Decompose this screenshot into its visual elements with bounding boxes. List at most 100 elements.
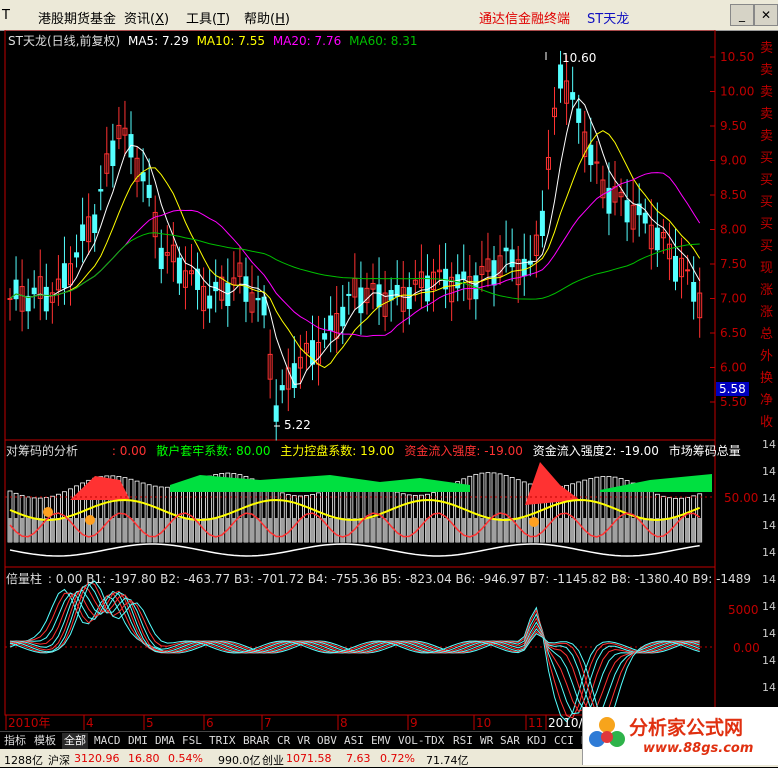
tab-sar[interactable]: SAR (498, 733, 522, 749)
x-tick-label: 11 (528, 716, 543, 730)
tab-asi[interactable]: ASI (342, 733, 366, 749)
chip-gray (159, 518, 164, 542)
status-volume2: 71.74亿 (426, 754, 469, 767)
x-tick-label: 8 (340, 716, 348, 730)
chip-gray (419, 518, 424, 542)
app-title: 通达信金融终端 (479, 12, 571, 27)
tab-dmi[interactable]: DMI (126, 733, 150, 749)
chip-gray (516, 518, 521, 542)
price-tick-label: 8.50 (720, 188, 747, 202)
candle-body (261, 296, 267, 316)
status-index2-name[interactable]: 创业 (262, 752, 284, 768)
tab-macd[interactable]: MACD (92, 733, 123, 749)
kline-chart-svg[interactable]: 10.50 10.00 9.50 9.00 8.50 8.00 7.50 7.00 6.50 6.… (0, 29, 778, 730)
tab-dma[interactable]: DMA (153, 733, 177, 749)
candle-body (92, 214, 98, 234)
status-index-value: 3120.96 (74, 752, 120, 765)
right-edge-char: 14 (762, 627, 776, 640)
order-book-char: 涨 (760, 283, 773, 298)
chip-gray (600, 518, 605, 542)
chip-gray (546, 518, 551, 542)
tab-vr[interactable]: VR (295, 733, 312, 749)
candle-body (255, 297, 261, 301)
tab-全部[interactable]: 全部 (62, 733, 88, 749)
chip-green-area (170, 475, 470, 492)
price-tick-label: 10.50 (720, 50, 754, 64)
ma60-label: MA60: 8.31 (349, 34, 418, 48)
chip-total: 市场筹码总量 (668, 444, 741, 458)
right-edge-char: 14 (762, 492, 776, 505)
candle-body (80, 224, 86, 241)
menu-item-help[interactable]: 帮助(H) (244, 8, 290, 27)
tab-cr[interactable]: CR (275, 733, 292, 749)
chip-gray (685, 518, 690, 542)
tab-vol-tdx[interactable]: VOL-TDX (396, 733, 446, 749)
chip-gray (32, 518, 37, 542)
chip-white-line (9, 543, 700, 557)
chip-gray (473, 518, 478, 542)
chip-gray (697, 518, 702, 542)
menu-item-news[interactable]: 资讯(X) (124, 8, 169, 27)
chart-area: 10.50 10.00 9.50 9.00 8.50 8.00 7.50 7.00 6.50 6.… (0, 29, 778, 730)
order-book-char: 总 (760, 327, 773, 342)
chip-gray (371, 518, 375, 542)
current-price-tag: 5.58 (716, 382, 749, 396)
x-tick-label: 7 (264, 716, 272, 730)
bei-title: 倍量柱 (6, 572, 43, 586)
menu-item-tools[interactable]: 工具(T) (186, 8, 230, 27)
bei-line (9, 589, 700, 712)
tab-指标[interactable]: 指标 (2, 733, 28, 749)
order-book-char: 收 (760, 415, 773, 430)
tab-obv[interactable]: OBV (315, 733, 339, 749)
chip-sanhu: 散户套牢系数: 80.00 (156, 444, 271, 458)
candle-body (642, 212, 648, 224)
candle-body (110, 140, 116, 167)
chip-gray (243, 518, 248, 542)
chip-gray (280, 518, 285, 542)
chip-gray (437, 518, 442, 542)
menu-item-hk-futures[interactable]: 港股期货基金 (38, 8, 116, 27)
candle-body (673, 255, 678, 282)
candle-body (624, 200, 630, 223)
tab-wr[interactable]: WR (478, 733, 495, 749)
chip-gray (80, 518, 85, 542)
chip-dot (85, 515, 95, 525)
x-tick-label: 10 (476, 716, 491, 730)
chip-gray (177, 518, 182, 542)
chip-gray (431, 518, 436, 542)
chip-gray (631, 518, 636, 542)
bei-line (9, 583, 700, 717)
chip-gray (129, 518, 133, 542)
tab-brar[interactable]: BRAR (241, 733, 272, 749)
tab-kdj[interactable]: KDJ (525, 733, 549, 749)
status-index-name[interactable]: 沪深 (48, 752, 70, 768)
close-button[interactable]: ✕ (754, 4, 778, 26)
tab-emv[interactable]: EMV (369, 733, 393, 749)
order-book-char: 买 (760, 239, 773, 254)
minimize-button[interactable]: _ (730, 4, 754, 26)
chip-gray (643, 518, 648, 542)
chip-gray (619, 518, 624, 542)
tab-模板[interactable]: 模板 (32, 733, 58, 749)
candle-body (322, 333, 328, 340)
x-tick-label: 2010/ (548, 716, 584, 730)
candle-body (491, 260, 497, 286)
chip-gray (407, 518, 412, 542)
chip-gray (250, 518, 254, 542)
tab-fsl[interactable]: FSL (180, 733, 204, 749)
chip-gray (219, 518, 224, 542)
chip-gray (492, 518, 496, 542)
chip-gray (679, 518, 684, 542)
chip-gray (147, 518, 152, 542)
chip-gray (189, 518, 194, 542)
chip-zhuli: 主力控盘系数: 19.00 (280, 444, 395, 458)
order-book-char: 外 (760, 349, 773, 364)
tab-rsi[interactable]: RSI (451, 733, 475, 749)
candle-body (207, 295, 213, 309)
status-pct2: 0.72% (380, 752, 415, 765)
tab-cci[interactable]: CCI (552, 733, 576, 749)
tab-trix[interactable]: TRIX (207, 733, 238, 749)
chip-zijin2: 资金流入强度2: -19.00 (532, 444, 659, 458)
right-edge-char: 14 (762, 546, 776, 559)
menu-left-glyph[interactable]: T (2, 8, 10, 23)
